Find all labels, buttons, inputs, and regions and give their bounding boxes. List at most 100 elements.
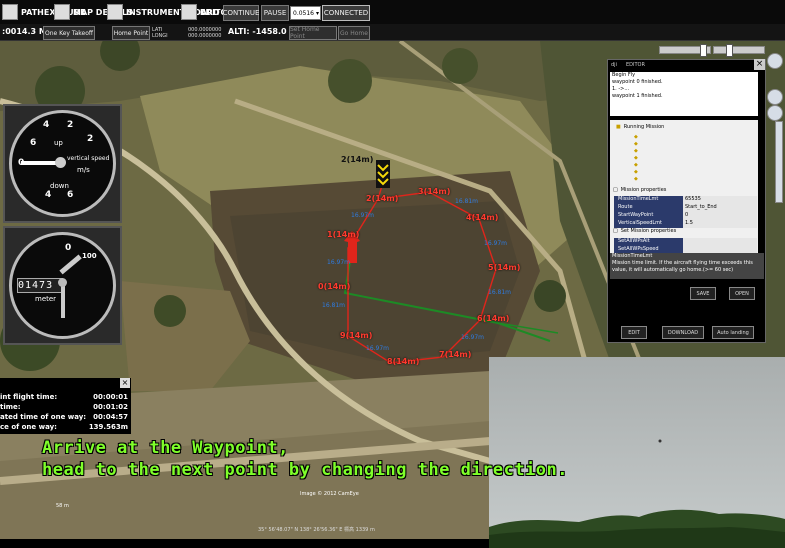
property-description: MissionTimeLmt Mission time limit. If th… (610, 253, 764, 279)
property-row[interactable]: MissionTimeLmt 65535 (614, 196, 757, 204)
gauge-number: 2 (87, 134, 94, 144)
editor-log: Begin Fly waypoint 0 finished. 1. ->... … (610, 72, 758, 116)
edit-button[interactable]: EDIT (621, 326, 647, 339)
editor-panel: dji EDITOR × Begin Fly waypoint 0 finish… (607, 59, 766, 343)
look-control-icon[interactable] (767, 105, 783, 121)
auto-landing-button[interactable]: Auto landing (712, 326, 754, 339)
open-button[interactable]: OPEN (729, 287, 755, 300)
map-bottom-bar (0, 539, 489, 548)
connected-button[interactable]: CONNECTED (322, 5, 370, 21)
go-home-button[interactable]: Go Home (338, 26, 370, 40)
waypoint-label[interactable]: 9(14m) (340, 331, 372, 340)
waypoint-label[interactable]: 5(14m) (488, 263, 520, 272)
gauge-number: 0 (65, 243, 72, 253)
set-home-point-button[interactable]: Set Home Point (289, 26, 337, 40)
top-toolbar: PATHEXTRUDE MAP DETAILS INSTRUMENT BOARD… (0, 0, 785, 25)
waypoint-label[interactable]: 0(14m) (318, 282, 350, 291)
map-opacity-slider[interactable] (659, 44, 711, 57)
gauge-down-label: down (50, 182, 69, 190)
segment-length-label: 16.97m (366, 345, 390, 352)
slider-handle[interactable] (726, 44, 733, 57)
continue-button[interactable]: CONTINUE (223, 5, 259, 21)
camera-image (489, 357, 785, 548)
waypoint-label[interactable]: 1(14m) (327, 230, 359, 239)
gauge-hub (58, 278, 67, 287)
waypoint-label[interactable]: 6(14m) (477, 314, 509, 323)
altitude-readout: ALTI: -1458.0 M (228, 27, 298, 36)
slider-handle[interactable] (700, 44, 707, 57)
segment-length-label: 16.97m (484, 240, 508, 247)
dji-logo-icon: dji (611, 62, 617, 68)
home-point-button[interactable]: Home Point (112, 26, 150, 40)
stat-row: ce of one way: 139.563m (0, 423, 128, 431)
zoom-slider[interactable] (775, 121, 783, 203)
pathextrude-icon (2, 4, 18, 20)
status-bar: :0014.3 M One Key Takeoff Home Point LAT… (0, 24, 785, 41)
stat-row: ated time of one way: 00:04:57 (0, 413, 128, 421)
gauge-number: 100 (82, 252, 97, 260)
gauge-title: vertical speed (67, 155, 110, 162)
waypoint-list[interactable]: ◆ ◆ ◆ ◆ ◆ ◆ ◆ (634, 134, 644, 186)
caption-line-2: head to the next point by changing the d… (42, 460, 569, 480)
longi-label: LONGI (152, 33, 168, 39)
waypoint-label[interactable]: 2(14m) (366, 194, 398, 203)
waypoint-label[interactable]: 3(14m) (418, 187, 450, 196)
waypoint-chevron-marker (376, 160, 390, 188)
altimeter-readout: 01473 (17, 278, 63, 293)
segment-length-label: 16.97m (351, 212, 375, 219)
stat-row: time: 00:01:02 (0, 403, 128, 411)
map-copyright: Image © 2012 CamEye (300, 491, 359, 497)
mission-properties-header[interactable]: □ Mission properties (613, 187, 666, 195)
mission-tree[interactable]: ■ Running Mission ◆ ◆ ◆ ◆ ◆ ◆ ◆ □ Mission prope… (610, 120, 758, 238)
map-tilt-slider[interactable] (713, 44, 765, 57)
map-scale: 58 m (56, 503, 69, 509)
waypoint-label[interactable]: 7(14m) (439, 350, 471, 359)
segment-length-label: 16.97m (327, 259, 351, 266)
waypoint-label[interactable]: 4(14m) (466, 213, 498, 222)
editor-icon (181, 4, 197, 20)
segment-length-label: 16.81m (488, 289, 512, 296)
property-row[interactable]: StartWayPoint 0 (614, 212, 757, 220)
flight-stats-panel: × int flight time: 00:00:01 time: 00:01:02… (0, 378, 131, 434)
gauge-number: 2 (67, 120, 74, 130)
gauge-number: 6 (67, 190, 74, 200)
vertical-speed-gauge: 6 4 2 0 2 4 6 up down vertical speed m/s (3, 104, 122, 223)
gauge-icon (107, 4, 123, 20)
property-row[interactable]: VerticalSpeedLmt 1.5 (614, 220, 757, 228)
tree-root[interactable]: ■ Running Mission (616, 124, 664, 132)
camera-feed (489, 357, 785, 548)
folder-icon: ■ (616, 124, 621, 130)
close-icon[interactable]: × (754, 59, 765, 70)
stat-row: int flight time: 00:00:01 (0, 393, 128, 401)
property-row[interactable]: SetAllWPsAlt (614, 238, 757, 246)
download-button[interactable]: DOWNLOAD (662, 326, 704, 339)
gauge-number: 4 (45, 190, 52, 200)
waypoint-label[interactable]: 8(14m) (387, 357, 419, 366)
gauge-number: 6 (30, 138, 37, 148)
one-key-takeoff-button[interactable]: One Key Takeoff (43, 26, 95, 40)
close-icon[interactable]: × (120, 378, 130, 388)
set-mission-properties-header[interactable]: □ Set Mission properties (613, 228, 676, 236)
editor-titlebar: dji EDITOR (608, 60, 765, 71)
gauge-unit: m/s (77, 166, 90, 174)
segment-length-label: 16.81m (455, 198, 479, 205)
longi-value: 000.0000000 (188, 33, 222, 39)
segment-length-label: 16.97m (461, 334, 485, 341)
caption-line-1: Arrive at the Waypoint, (42, 438, 289, 458)
chevron-down-icon: ▾ (316, 9, 320, 17)
property-row[interactable]: Route Start_to_End (614, 204, 757, 212)
gauge-hub (55, 157, 66, 168)
pause-button[interactable]: PAUSE (261, 5, 289, 21)
pan-control-icon[interactable] (767, 89, 783, 105)
waypoint-label[interactable]: 2(14m) (341, 155, 373, 164)
map-coordinates: 35° 56'48.07" N 138° 26'56.36" E 標高 1339… (258, 527, 375, 533)
map-icon (54, 4, 70, 20)
altimeter-needle (61, 282, 65, 318)
compass-icon[interactable] (767, 53, 783, 69)
altimeter-gauge: 0 100 01473 meter (3, 226, 122, 345)
speed-select[interactable]: 0.0516 ▾ (290, 6, 321, 20)
gauge-unit: meter (35, 295, 57, 303)
gauge-up-label: up (54, 139, 63, 147)
save-button[interactable]: SAVE (690, 287, 716, 300)
segment-length-label: 16.81m (322, 302, 346, 309)
